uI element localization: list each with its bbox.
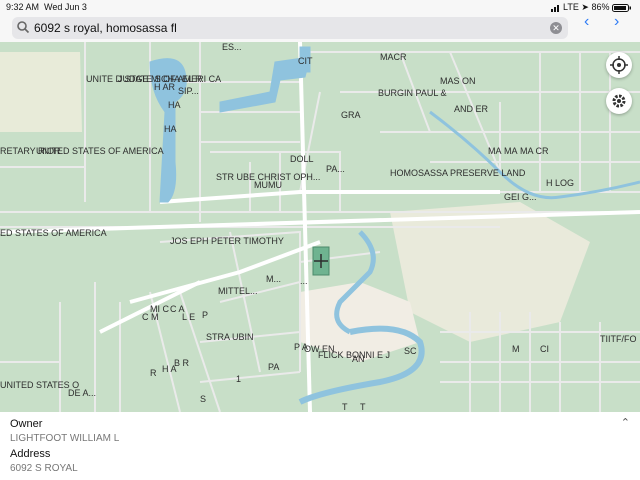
- status-bar: 9:32 AM Wed Jun 3 LTE ➤ 86%: [0, 0, 640, 14]
- map-label: MUMU: [254, 180, 282, 190]
- network-type: LTE: [563, 2, 579, 12]
- map-label: JOS EPH PETER TIMOTHY: [170, 236, 284, 246]
- map-label: STRA UBIN: [206, 332, 254, 342]
- map-label: T: [342, 402, 348, 412]
- forward-arrow-icon[interactable]: ›: [614, 13, 619, 31]
- map-label: M: [512, 344, 520, 354]
- map-label: GRA: [341, 110, 361, 120]
- clear-search-icon[interactable]: ✕: [550, 22, 562, 34]
- map-label: DOLL: [290, 154, 314, 164]
- map-label: MA CR: [520, 146, 549, 156]
- signal-icon: [550, 4, 561, 12]
- chevron-up-icon[interactable]: ⌃: [621, 416, 630, 429]
- map-label: AND ER: [454, 104, 489, 114]
- search-bar-container: ✕ ‹ ›: [0, 13, 640, 43]
- back-arrow-icon[interactable]: ‹: [584, 13, 589, 31]
- map-label: MACR: [380, 52, 407, 62]
- map-label: MI C: [150, 304, 169, 314]
- parcel-map[interactable]: ES... UNITE D STATE S OF AMERI CA JUDGE MI…: [0, 42, 640, 412]
- status-time: 9:32 AM: [6, 2, 40, 12]
- battery-icon: [612, 3, 632, 12]
- address-value: 6092 S ROYAL: [10, 463, 78, 474]
- map-label: PA...: [326, 164, 345, 174]
- map-label: ...: [300, 276, 308, 286]
- map-label: S: [200, 394, 207, 404]
- map-label: UNITED STATES OF AMERICA: [36, 146, 164, 156]
- map-label: HA: [164, 124, 177, 134]
- map-label: MA: [488, 146, 502, 156]
- map-label: H LOG: [546, 178, 575, 188]
- map-label: CI: [540, 344, 549, 354]
- map-label: MITTEL...: [218, 286, 258, 296]
- map-label: B R: [174, 358, 190, 368]
- map-label: MAS ON: [440, 76, 476, 86]
- map-label: SC: [404, 346, 417, 356]
- map-label: HOMOSASSA PRESERVE LAND: [390, 168, 526, 178]
- map-label: TIITF/FO: [600, 334, 637, 344]
- map-label: GEI G...: [504, 192, 537, 202]
- map-label: 1: [236, 374, 242, 384]
- locate-button[interactable]: [606, 52, 632, 78]
- status-date: Wed Jun 3: [44, 2, 87, 12]
- settings-button[interactable]: [606, 88, 632, 114]
- map-label: ES...: [222, 42, 242, 52]
- map-label: AN: [352, 354, 365, 364]
- map-label: L E: [182, 312, 196, 322]
- owner-label: Owner: [10, 418, 43, 430]
- map-label: HA: [168, 100, 181, 110]
- map-label: SIP...: [178, 86, 199, 96]
- map-label: R: [150, 368, 157, 378]
- map-label: MA: [504, 146, 518, 156]
- map-label: BURGIN PAUL &: [378, 88, 447, 98]
- map-label: PA: [268, 362, 280, 372]
- search-field[interactable]: ✕: [12, 17, 568, 39]
- location-arrow-icon: ➤: [581, 2, 589, 12]
- map-label: M...: [266, 274, 281, 284]
- map-label: ED STATES OF AMERICA: [0, 228, 107, 238]
- search-input[interactable]: [34, 19, 534, 37]
- sand-area: [0, 52, 82, 132]
- map-label: H AR: [154, 82, 176, 92]
- map-label: CIT: [298, 56, 313, 66]
- search-icon: [16, 20, 30, 39]
- owner-value: LIGHTFOOT WILLIAM L: [10, 433, 120, 444]
- address-label: Address: [10, 448, 51, 460]
- map-label: DE A...: [68, 388, 97, 398]
- map-label: T: [360, 402, 366, 412]
- battery-percent: 86%: [591, 2, 610, 12]
- map-label: P: [202, 310, 209, 320]
- parcel-info-panel: Owner LIGHTFOOT WILLIAM L Address 6092 S…: [0, 412, 640, 480]
